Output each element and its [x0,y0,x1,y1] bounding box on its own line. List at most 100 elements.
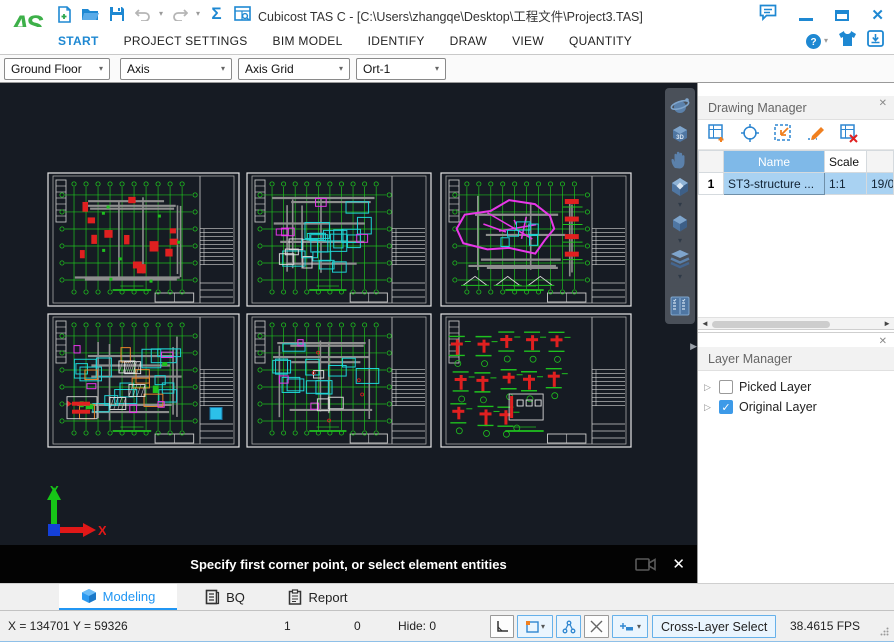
quick-access-toolbar: ▾ ▾ Σ [55,3,252,25]
app-window: AS ▾ ▾ Σ Cubicost TAS C - [C:\Users\zhan… [0,0,894,642]
minimize-button[interactable] [799,18,813,21]
drawing-table-header: Name Scale [699,151,894,173]
element-list-icon[interactable] [667,293,693,318]
command-prompt-text: Specify first corner point, or select el… [190,557,506,572]
layer-item-picked[interactable]: ▷ Picked Layer [704,377,894,397]
cross-snap-button[interactable] [584,615,609,638]
column-name[interactable]: Name [724,151,825,173]
title-bar: AS ▾ ▾ Σ Cubicost TAS C - [C:\Users\zhan… [0,0,894,27]
tab-identify[interactable]: IDENTIFY [368,34,425,48]
tab-project-settings[interactable]: PROJECT SETTINGS [124,34,248,48]
element-select[interactable]: Axis Grid▾ [238,58,350,80]
prompt-close-icon[interactable]: ✕ [672,555,685,573]
view-3d-icon[interactable]: 3D [667,120,693,145]
scroll-left-icon[interactable]: ◄ [701,319,709,328]
cad-sheet-cyan-light[interactable] [246,313,432,448]
tab-view[interactable]: VIEW [512,34,544,48]
layers-icon[interactable] [667,246,693,271]
drawing-manager-panel: ✕ Drawing Manager [698,96,894,330]
toolbar-divider [670,286,690,287]
secondary-count: 0 [354,619,361,633]
layers-caret-icon[interactable]: ▾ [678,273,682,280]
scroll-right-icon[interactable]: ► [883,319,891,328]
tab-modeling[interactable]: Modeling [59,584,177,610]
report-clipboard-icon [288,589,302,605]
fps-indicator: 38.4615 FPS [790,619,860,633]
modeling-cube-icon [81,588,97,604]
undo-icon[interactable] [133,5,152,24]
tab-quantity[interactable]: QUANTITY [569,34,632,48]
record-camera-icon[interactable] [635,557,657,572]
panel-collapse-arrow-icon[interactable]: ▶ [690,341,697,352]
save-icon[interactable] [107,5,126,24]
tab-report[interactable]: Report [276,584,360,610]
cad-sheet-red-columns[interactable] [47,172,240,307]
tab-bim-model[interactable]: BIM MODEL [273,34,343,48]
drawing-canvas[interactable]: Y X 3D ▾ [0,83,697,583]
redo-icon[interactable] [170,5,189,24]
help-icon[interactable]: ? ▾ [805,33,828,50]
svg-text:?: ? [810,37,816,48]
maximize-button[interactable] [835,10,849,21]
drawing-manager-close-icon[interactable]: ✕ [879,98,887,109]
new-file-icon[interactable] [55,5,74,24]
pan-icon[interactable] [667,147,693,172]
selected-count: 1 [284,619,291,633]
window-controls: ✕ [759,4,884,26]
drawing-row[interactable]: 1 ST3-structure ... 1:1 19/0 [699,173,894,195]
floor-select[interactable]: Ground Floor▾ [4,58,110,80]
undo-caret-icon[interactable]: ▾ [159,10,163,18]
view-query-icon[interactable] [233,5,252,24]
orbit-icon[interactable] [667,93,693,118]
layer-item-original[interactable]: ▷ ✓ Original Layer [704,397,894,417]
object-snap-button[interactable] [556,615,581,638]
scrollbar-thumb[interactable] [712,321,830,328]
drawing-manager-title: Drawing Manager [698,96,894,120]
set-scale-icon[interactable] [773,123,793,146]
update-download-icon[interactable] [867,30,884,52]
cad-sheet-magenta-roof[interactable] [440,172,632,307]
cad-sheet-cyan-walls[interactable] [246,172,432,307]
expander-icon[interactable]: ▷ [704,402,713,413]
drawing-table: Name Scale 1 ST3-structure ... 1:1 19/0 [698,150,894,195]
theme-skin-icon[interactable] [838,30,857,52]
drawing-date-cell: 19/0 [867,173,894,195]
drawing-scale-cell: 1:1 [825,173,867,195]
tab-draw[interactable]: DRAW [450,34,487,48]
cad-sheet-details[interactable] [440,313,632,448]
bq-document-icon [205,589,220,605]
drawing-manager-toolbar [698,120,894,150]
modify-scale-icon[interactable] [806,123,826,146]
view-cube-icon[interactable] [667,174,693,199]
element-type-select[interactable]: Axis▾ [120,58,232,80]
summation-icon[interactable]: Σ [207,5,226,24]
feedback-icon[interactable] [759,4,777,26]
original-layer-checkbox[interactable]: ✓ [719,400,733,414]
tab-start[interactable]: START [58,34,99,48]
hide-count: Hide: 0 [398,619,436,633]
close-button[interactable]: ✕ [871,6,884,24]
view-cube-caret-icon[interactable]: ▾ [678,201,682,208]
add-drawing-icon[interactable] [707,123,727,146]
delete-drawing-icon[interactable] [839,123,859,146]
selection-mode-button[interactable]: ▾ [517,615,553,638]
cad-sheet-dense-color[interactable] [47,313,240,448]
cross-layer-select-button[interactable]: Cross-Layer Select [652,615,776,638]
ucs-axis-icon: Y X [36,483,106,545]
tracking-button[interactable]: ▾ [612,615,648,638]
ribbon-tab-bar: START PROJECT SETTINGS BIM MODEL IDENTIF… [0,27,894,55]
resize-grip-icon[interactable] [880,625,889,639]
layer-manager-close-icon[interactable]: ✕ [879,336,887,347]
expander-icon[interactable]: ▷ [704,382,713,393]
column-scale[interactable]: Scale [825,151,867,173]
open-folder-icon[interactable] [81,5,100,24]
locate-drawing-icon[interactable] [740,123,760,146]
redo-caret-icon[interactable]: ▾ [196,10,200,18]
attribute-select[interactable]: Ort-1▾ [356,58,446,80]
picked-layer-checkbox[interactable] [719,380,733,394]
ortho-mode-button[interactable] [490,615,514,638]
solid-view-icon[interactable] [667,210,693,235]
tab-bq[interactable]: BQ [192,584,258,610]
drawing-table-hscrollbar[interactable]: ◄ ► [698,317,894,330]
solid-view-caret-icon[interactable]: ▾ [678,237,682,244]
